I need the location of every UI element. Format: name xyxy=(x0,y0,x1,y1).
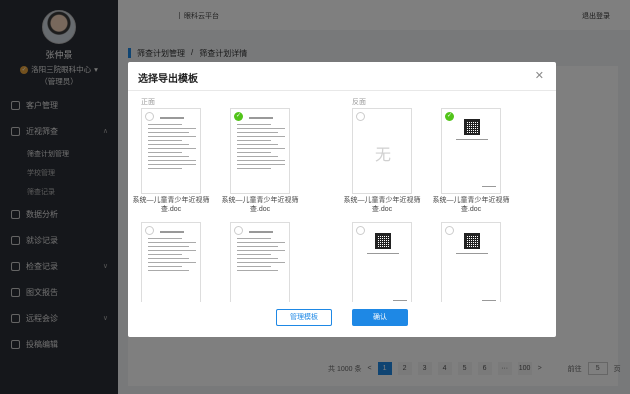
radio-icon[interactable] xyxy=(356,112,365,121)
check-icon[interactable]: ✓ xyxy=(445,112,454,121)
template-card-front[interactable] xyxy=(141,108,201,194)
document-thumbnail xyxy=(148,113,196,172)
template-card-front[interactable] xyxy=(141,222,201,302)
radio-icon[interactable] xyxy=(145,226,154,235)
template-card-back-empty[interactable]: 无 xyxy=(352,108,412,194)
template-card-front[interactable] xyxy=(230,222,290,302)
radio-icon[interactable] xyxy=(356,226,365,235)
empty-template-label: 无 xyxy=(374,147,391,164)
divider xyxy=(128,90,556,91)
dialog-title: 选择导出模板 xyxy=(138,74,198,85)
front-label: 正面 xyxy=(141,99,155,106)
check-icon[interactable]: ✓ xyxy=(234,112,243,121)
template-name: 系统—儿童青少年近视筛查.doc xyxy=(343,197,421,213)
template-list[interactable]: 正面 反面 ✓ 无 ✓ 系统—儿童青少年近视筛查.doc 系统—儿童青少年近视筛… xyxy=(128,92,556,302)
qr-code-icon xyxy=(464,119,480,135)
confirm-button[interactable]: 确认 xyxy=(352,309,408,326)
template-card-back[interactable] xyxy=(352,222,412,302)
export-template-dialog: 选择导出模板 ✕ 正面 反面 ✓ 无 ✓ 系统—儿童青少年近视筛查.doc 系统… xyxy=(128,62,556,337)
dialog-footer: 管理模板 确认 xyxy=(128,309,556,329)
qr-code-icon xyxy=(464,233,480,249)
qr-code-icon xyxy=(375,233,391,249)
close-icon[interactable]: ✕ xyxy=(535,69,544,82)
radio-icon[interactable] xyxy=(234,226,243,235)
radio-icon[interactable] xyxy=(445,226,454,235)
back-label: 反面 xyxy=(352,99,366,106)
template-card-front[interactable]: ✓ xyxy=(230,108,290,194)
manage-templates-button[interactable]: 管理模板 xyxy=(276,309,332,326)
document-thumbnail xyxy=(237,113,285,172)
template-card-back[interactable]: ✓ xyxy=(441,108,501,194)
document-thumbnail xyxy=(237,227,285,274)
template-name: 系统—儿童青少年近视筛查.doc xyxy=(432,197,510,213)
template-name: 系统—儿童青少年近视筛查.doc xyxy=(221,197,299,213)
template-name: 系统—儿童青少年近视筛查.doc xyxy=(132,197,210,213)
document-thumbnail xyxy=(148,227,196,274)
template-card-back[interactable] xyxy=(441,222,501,302)
radio-icon[interactable] xyxy=(145,112,154,121)
